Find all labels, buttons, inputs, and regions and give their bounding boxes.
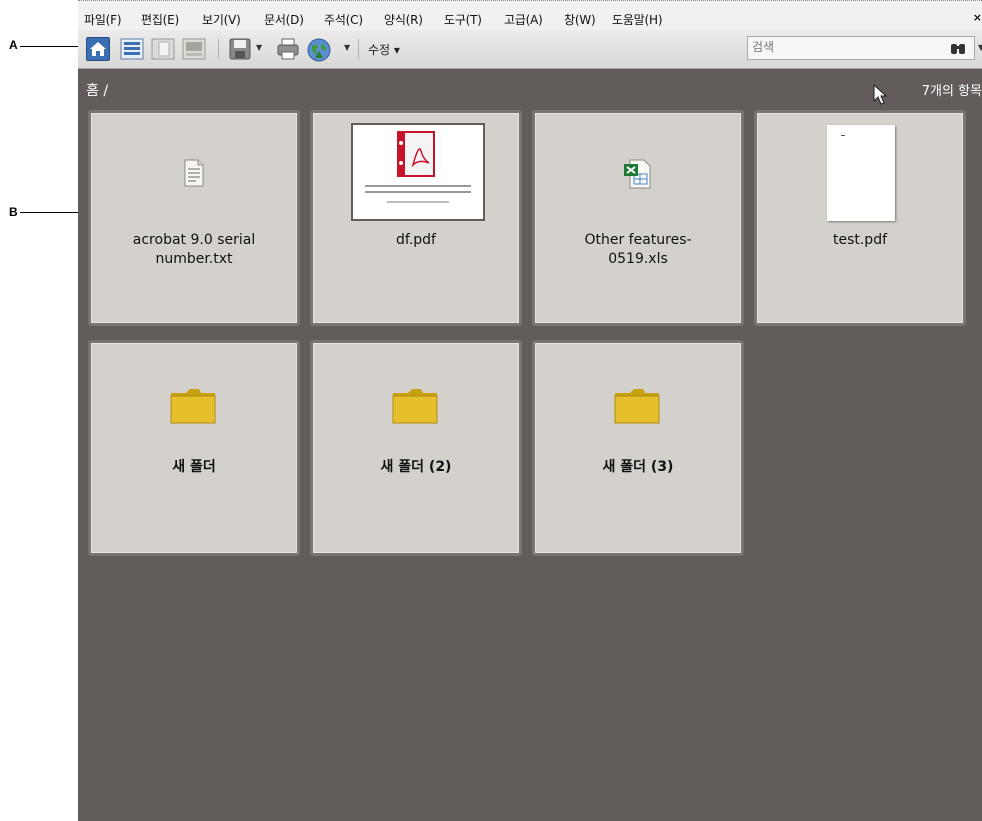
search-box <box>747 36 975 60</box>
toolbar-separator <box>218 39 219 59</box>
menu-bar: 파일(F) 편집(E) 보기(V) 문서(D) 주석(C) 양식(R) 도구(T… <box>78 0 982 31</box>
page-view-icon <box>151 38 175 60</box>
folder-icon <box>392 389 438 424</box>
pdf-thumbnail-text-line <box>365 191 471 193</box>
menu-advanced[interactable]: 고급(A) <box>504 11 543 28</box>
file-name: test.pdf <box>832 232 888 248</box>
folder-tile[interactable]: 새 폴더 (2) <box>310 340 522 556</box>
callout-a-line <box>20 46 84 47</box>
text-file-icon <box>184 159 204 187</box>
file-tile-pdf[interactable]: df.pdf <box>310 110 522 326</box>
folder-icon <box>614 389 660 424</box>
menu-edit[interactable]: 편집(E) <box>141 11 179 28</box>
folder-icon <box>170 389 216 424</box>
toolbar: ▼ ▼ 수정 ▾ 검색 ▼ <box>78 30 982 69</box>
collaborate-button[interactable] <box>306 37 331 62</box>
pdf-thumbnail-text-line <box>365 185 471 187</box>
callout-b-label: B <box>9 205 18 219</box>
file-tile-pdf-blank[interactable]: test.pdf <box>754 110 966 326</box>
folder-tile[interactable]: 새 폴더 <box>88 340 300 556</box>
menu-comments[interactable]: 주석(C) <box>324 11 363 28</box>
excel-file-icon <box>624 159 651 189</box>
folder-name: 새 폴더 <box>172 459 216 475</box>
close-icon[interactable]: × <box>973 11 982 24</box>
menu-view[interactable]: 보기(V) <box>202 11 241 28</box>
list-view-icon <box>120 38 144 60</box>
collaborate-dropdown-arrow[interactable]: ▼ <box>344 43 350 52</box>
save-button[interactable] <box>228 37 252 61</box>
edit-menu-button[interactable]: 수정 ▾ <box>368 41 400 58</box>
save-dropdown-arrow[interactable]: ▼ <box>256 43 262 52</box>
acrobat-window: 파일(F) 편집(E) 보기(V) 문서(D) 주석(C) 양식(R) 도구(T… <box>78 0 982 821</box>
search-dropdown-arrow[interactable]: ▼ <box>978 43 982 52</box>
folder-name: 새 폴더 (2) <box>380 459 452 475</box>
home-button[interactable] <box>86 37 110 61</box>
toolbar-separator <box>358 39 359 59</box>
folder-tile[interactable]: 새 폴더 (3) <box>532 340 744 556</box>
file-tile-txt[interactable]: acrobat 9.0 serial number.txt <box>88 110 300 326</box>
pdf-thumbnail <box>351 123 485 221</box>
mouse-cursor-icon <box>873 84 888 105</box>
page-view-button[interactable] <box>151 37 175 61</box>
binoculars-icon[interactable] <box>950 41 966 59</box>
filmstrip-button[interactable] <box>182 37 206 61</box>
file-name: df.pdf <box>396 232 436 248</box>
menu-file[interactable]: 파일(F) <box>84 11 122 28</box>
home-icon <box>90 42 106 56</box>
menu-document[interactable]: 문서(D) <box>264 11 304 28</box>
menu-forms[interactable]: 양식(R) <box>384 11 423 28</box>
file-tile-xls[interactable]: Other features- 0519.xls <box>532 110 744 326</box>
globe-icon <box>307 38 331 62</box>
pdf-blank-thumbnail <box>827 125 895 221</box>
file-name: acrobat 9.0 serial number.txt <box>132 232 256 267</box>
list-view-button[interactable] <box>120 37 144 61</box>
menu-window[interactable]: 창(W) <box>564 11 596 28</box>
search-input[interactable] <box>752 40 902 54</box>
save-icon <box>229 38 251 60</box>
menu-tools[interactable]: 도구(T) <box>444 11 482 28</box>
callout-b-line <box>20 212 86 213</box>
filmstrip-icon <box>182 38 206 60</box>
item-count: 7개의 항목 <box>921 84 982 99</box>
pdf-blank-mark <box>841 135 845 136</box>
folder-name: 새 폴더 (3) <box>602 459 674 475</box>
menu-help[interactable]: 도움말(H) <box>612 11 663 28</box>
breadcrumb[interactable]: 홈 / <box>86 80 108 100</box>
acrobat-binder-icon <box>397 131 435 177</box>
file-name: Other features- 0519.xls <box>584 232 692 267</box>
callout-a-label: A <box>9 38 18 52</box>
pdf-thumbnail-text-line <box>387 201 449 203</box>
print-icon <box>277 38 299 60</box>
print-button[interactable] <box>276 37 300 61</box>
